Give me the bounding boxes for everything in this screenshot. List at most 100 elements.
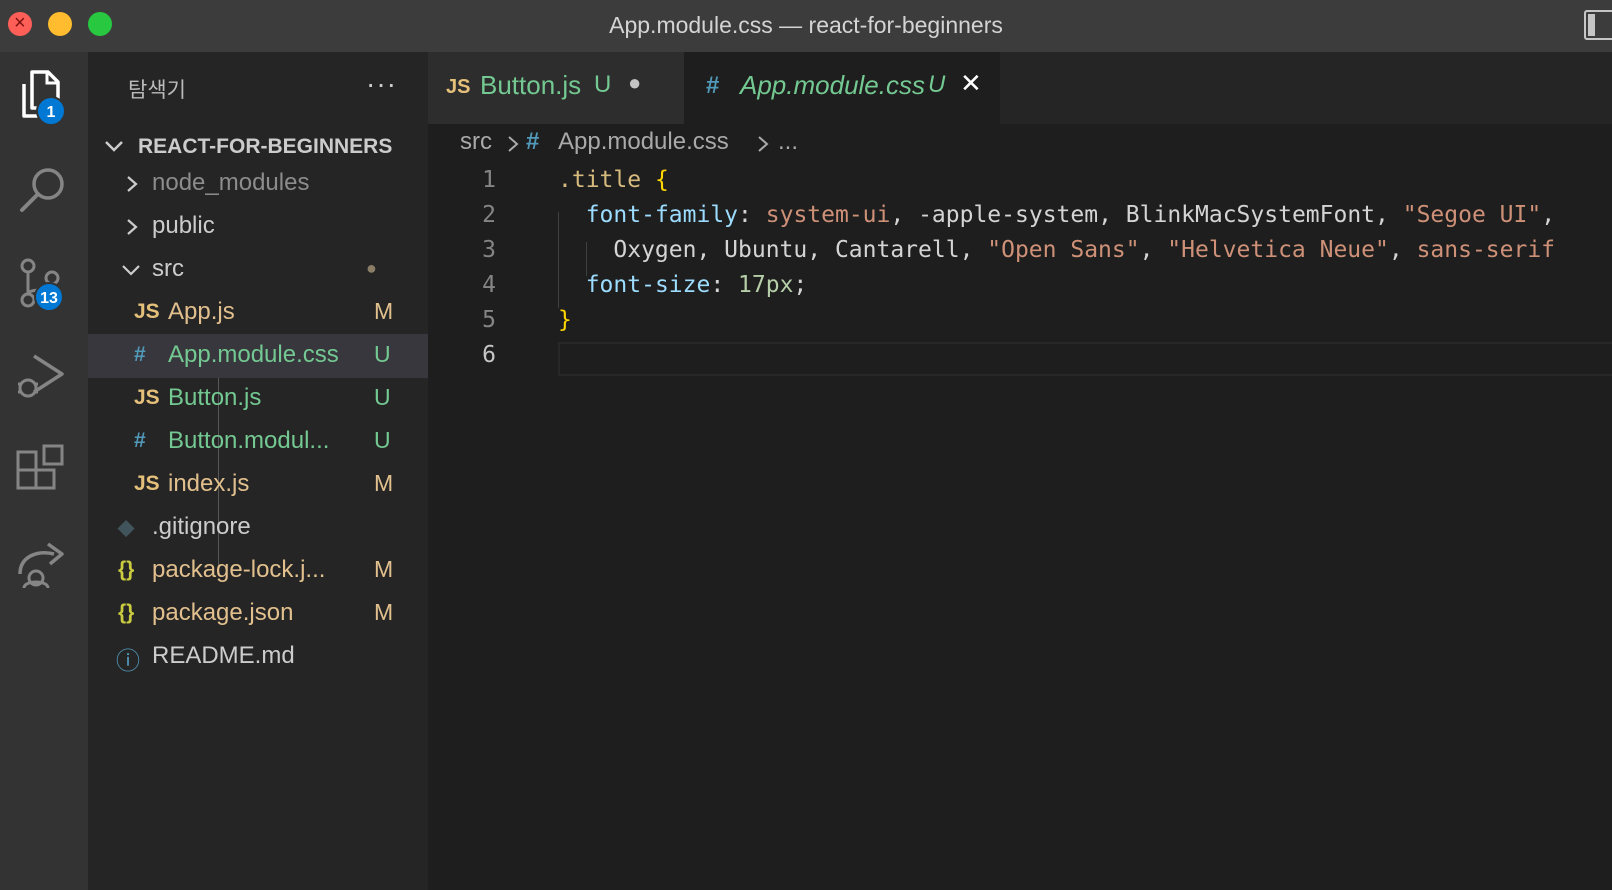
code-line: 5 }	[428, 302, 1612, 338]
code-punct: ,	[1541, 202, 1556, 228]
line-number: 1	[482, 167, 496, 193]
editor-area: JS Button.js U ● # App.module.css U ✕ sr…	[428, 52, 1612, 890]
tree-item-package-json[interactable]: {} package.json M	[88, 592, 428, 636]
activity-bar: 1 13	[0, 52, 88, 890]
toggle-sidebar-icon[interactable]	[1584, 10, 1612, 40]
git-status-badge: U	[374, 384, 391, 410]
tab-app-module-css[interactable]: # App.module.css U ✕	[684, 52, 1000, 124]
javascript-file-icon: JS	[446, 76, 471, 98]
javascript-file-icon: JS	[134, 472, 160, 495]
tree-item-label: src	[152, 255, 184, 282]
git-file-icon: ◆	[118, 516, 135, 539]
tab-git-status: U	[928, 71, 946, 98]
chevron-right-icon	[758, 136, 769, 152]
explorer-activity[interactable]: 1	[10, 64, 76, 130]
css-file-icon: #	[706, 72, 720, 99]
close-tab-icon[interactable]: ✕	[960, 68, 982, 99]
code-punct: :	[710, 272, 739, 298]
css-property: font-family	[585, 202, 739, 228]
search-activity[interactable]	[10, 158, 76, 224]
code-line-current: 6	[428, 337, 1612, 376]
tree-item-package-lock-json[interactable]: {} package-lock.j... M	[88, 549, 428, 593]
chevron-right-icon	[127, 219, 138, 235]
tree-item-label: App.module.css	[168, 341, 339, 368]
chevron-right-icon	[127, 176, 138, 192]
code-text: ,	[1139, 237, 1168, 263]
code-text: Oxygen, Ubuntu, Cantarell,	[613, 237, 988, 263]
source-control-badge: 13	[34, 282, 64, 312]
code-text: , -apple-system, BlinkMacSystemFont,	[890, 202, 1403, 228]
javascript-file-icon: JS	[134, 386, 160, 409]
code-line: 3 Oxygen, Ubuntu, Cantarell, "Open Sans"…	[428, 232, 1612, 268]
live-share-icon	[18, 542, 64, 589]
css-selector: .title	[558, 167, 642, 193]
brace: }	[558, 307, 572, 333]
source-control-activity[interactable]: 13	[10, 252, 76, 318]
tree-item-src[interactable]: src ●	[88, 248, 428, 292]
tree-item-button-module-css[interactable]: # Button.modul... U	[88, 420, 428, 464]
chevron-down-icon	[122, 265, 140, 276]
tree-item-readme[interactable]: ⓘ README.md	[88, 635, 428, 679]
tree-item-app-js[interactable]: JS App.js M	[88, 291, 428, 335]
tree-item-node-modules[interactable]: node_modules	[88, 162, 428, 206]
more-actions-icon[interactable]: ···	[366, 68, 397, 100]
live-share-activity[interactable]	[10, 534, 76, 600]
git-status-badge: M	[374, 556, 394, 582]
tree-item-label: .gitignore	[152, 513, 251, 540]
line-number: 3	[482, 237, 496, 263]
code-punct: ;	[793, 272, 808, 298]
tree-item-label: README.md	[152, 642, 295, 669]
explorer-badge: 1	[36, 96, 66, 126]
tree-item-label: package-lock.j...	[152, 556, 326, 583]
window-title: App.module.css — react-for-beginners	[609, 12, 1003, 38]
line-number: 6	[482, 342, 496, 368]
info-file-icon: ⓘ	[116, 648, 140, 675]
project-name: REACT-FOR-BEGINNERS	[138, 135, 393, 158]
run-debug-icon	[18, 354, 64, 398]
extensions-icon	[16, 444, 64, 490]
css-value: "Open Sans"	[987, 237, 1140, 263]
current-line-highlight	[558, 342, 1612, 376]
extensions-activity[interactable]	[10, 440, 76, 506]
breadcrumb-file[interactable]: App.module.css	[558, 128, 729, 156]
tree-item-label: node_modules	[152, 169, 310, 196]
tree-item-app-module-css[interactable]: # App.module.css U	[88, 334, 428, 378]
breadcrumb-symbol[interactable]: ...	[778, 128, 798, 156]
code-text: ,	[1388, 237, 1417, 263]
tab-label: App.module.css	[740, 70, 925, 100]
search-icon	[20, 168, 64, 212]
tab-button-js[interactable]: JS Button.js U ●	[428, 52, 684, 124]
line-number: 2	[482, 202, 496, 228]
explorer-title: 탐색기	[128, 79, 186, 102]
tab-git-status: U	[594, 71, 612, 98]
line-number: 5	[482, 307, 496, 333]
tree-item-index-js[interactable]: JS index.js M	[88, 463, 428, 507]
javascript-file-icon: JS	[134, 300, 160, 323]
tree-item-label: App.js	[168, 298, 235, 325]
tab-label: Button.js	[480, 70, 582, 100]
css-property: font-size	[585, 272, 711, 298]
tree-item-button-js[interactable]: JS Button.js U	[88, 377, 428, 421]
code-line: 1 .title {	[428, 162, 1612, 198]
css-file-icon: #	[134, 429, 146, 452]
git-status-badge: M	[374, 599, 394, 625]
breadcrumb-folder[interactable]: src	[460, 128, 492, 156]
css-value: "Segoe UI"	[1402, 202, 1542, 228]
css-file-icon: #	[134, 343, 146, 366]
tree-item-label: public	[152, 212, 215, 239]
code-line: 4 font-size: 17px;	[428, 267, 1612, 303]
unsaved-dot-icon[interactable]: ●	[628, 70, 641, 96]
run-debug-activity[interactable]	[10, 346, 76, 412]
title-bar: App.module.css — react-for-beginners	[0, 0, 1612, 52]
css-value: sans-serif	[1416, 237, 1556, 263]
css-file-icon: #	[526, 128, 540, 155]
code-punct: :	[738, 202, 752, 228]
tree-item-gitignore[interactable]: ◆ .gitignore	[88, 506, 428, 550]
tree-item-label: Button.js	[168, 384, 262, 411]
tree-item-public[interactable]: public	[88, 205, 428, 249]
chevron-right-icon	[508, 136, 519, 152]
json-file-icon: {}	[118, 601, 135, 624]
tree-item-label: Button.modul...	[168, 427, 330, 454]
git-status-badge: M	[374, 470, 394, 496]
git-status-badge: U	[374, 427, 391, 453]
